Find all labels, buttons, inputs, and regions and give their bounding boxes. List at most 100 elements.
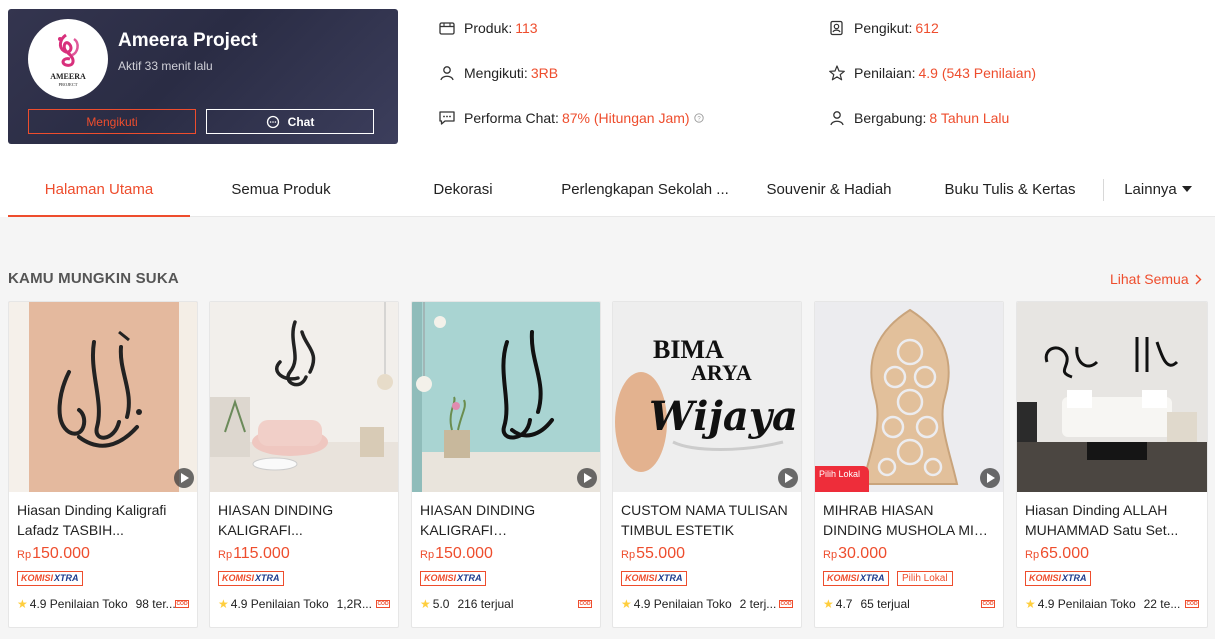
product-title: Hiasan Dinding Kaligrafi Lafadz TASBIH..…: [17, 502, 167, 538]
stat-value: 8 Tahun Lalu: [929, 110, 1010, 126]
tab-halaman-utama[interactable]: Halaman Utama: [8, 162, 190, 217]
star-icon: ★: [218, 597, 229, 611]
shop-avatar[interactable]: AMEERA PROJECT: [28, 19, 108, 99]
stat-bergabung: Bergabung: 8 Tahun Lalu: [828, 109, 1009, 127]
rating-text: 4.9 Penilaian Toko: [1037, 597, 1136, 611]
stat-label: Performa Chat:: [464, 110, 559, 126]
stat-value: 612: [915, 20, 939, 36]
chat-button[interactable]: Chat: [206, 109, 374, 134]
product-card[interactable]: Hiasan Dinding ALLAH MUHAMMAD Satu Set..…: [1016, 301, 1208, 628]
stat-penilaian: Penilaian: 4.9 (543 Penilaian): [828, 64, 1036, 82]
tab-semua-produk[interactable]: Semua Produk: [190, 162, 372, 216]
tab-lainnya-label: Lainnya: [1124, 180, 1177, 198]
komisi-xtra-badge: KOMISI XTRA: [17, 571, 83, 586]
logo-subtext: PROJECT: [58, 82, 77, 87]
video-play-icon: [577, 468, 597, 488]
product-title: CUSTOM NAMA TULISAN TIMBUL ESTETIK: [621, 502, 788, 538]
product-image[interactable]: [412, 302, 600, 492]
rating-text: 4.7: [835, 597, 853, 611]
follow-button[interactable]: Mengikuti: [28, 109, 196, 134]
product-card[interactable]: BIMA ARYA Wijaya CUSTOM NAMA TULISAN TIM…: [612, 301, 802, 628]
star-icon: ★: [1025, 597, 1036, 611]
stat-mengikuti: Mengikuti: 3RB: [438, 64, 558, 82]
price-value: 150.000: [435, 545, 493, 562]
product-meta: ★ 4.9 Penilaian Toko 1,2R...: [218, 597, 380, 611]
komisi-text: KOMISI: [222, 573, 255, 583]
star-icon: [829, 65, 845, 81]
tab-lainnya[interactable]: Lainnya: [1118, 162, 1198, 216]
video-play-icon: [778, 468, 798, 488]
product-card[interactable]: HIASAN DINDING KALIGRAFI... Rp115.000 KO…: [209, 301, 399, 628]
rating-text: 5.0: [432, 597, 450, 611]
product-title: HIASAN DINDING KALIGRAFI SUBHANALLA...: [420, 502, 536, 538]
shop-header: AMEERA PROJECT Ameera Project Aktif 33 m…: [0, 0, 1215, 217]
price-value: 55.000: [636, 545, 685, 562]
product-image[interactable]: [1017, 302, 1207, 492]
pilih-lokal-badge: Pilih Lokal: [897, 571, 953, 586]
product-meta: ★ 4.9 Penilaian Toko 2 terj...: [621, 597, 783, 611]
star-icon: ★: [823, 597, 834, 611]
product-image[interactable]: [210, 302, 398, 492]
product-title: HIASAN DINDING KALIGRAFI...: [218, 502, 334, 538]
shop-tabs: Halaman Utama Semua Produk Dekorasi Perl…: [8, 162, 1215, 217]
cod-badge: COD: [175, 600, 189, 608]
star-icon: ★: [420, 597, 431, 611]
stat-produk: Produk: 113: [438, 19, 538, 37]
product-price: Rp150.000: [17, 545, 90, 563]
product-image[interactable]: Pilih Lokal: [815, 302, 1003, 492]
product-meta: ★ 4.7 65 terjual: [823, 597, 985, 611]
user-icon: [440, 66, 454, 81]
product-card[interactable]: Pilih Lokal MIHRAB HIASAN DINDING MUSHOL…: [814, 301, 1004, 628]
product-card[interactable]: HIASAN DINDING KALIGRAFI SUBHANALLA... R…: [411, 301, 601, 628]
product-title: Hiasan Dinding ALLAH MUHAMMAD Satu Set..…: [1025, 502, 1179, 538]
sold-text: 98 ter...: [135, 597, 176, 611]
caret-down-icon: [1181, 186, 1192, 192]
shop-name: Ameera Project: [118, 30, 258, 51]
chevron-right-icon: [1195, 274, 1202, 284]
product-price: Rp150.000: [420, 545, 493, 563]
xtra-text: XTRA: [1062, 573, 1087, 583]
stat-pengikut: Pengikut: 612: [828, 19, 939, 37]
xtra-text: XTRA: [255, 573, 280, 583]
see-all-label: Lihat Semua: [1110, 271, 1189, 287]
image-text-arya: ARYA: [691, 360, 752, 385]
chat-bubble-icon: [439, 111, 455, 125]
komisi-text: KOMISI: [424, 573, 457, 583]
product-title: MIHRAB HIASAN DINDING MUSHOLA MINI ESTET…: [823, 502, 988, 538]
user-icon: [830, 111, 844, 126]
product-image[interactable]: [9, 302, 197, 492]
chat-button-label: Chat: [287, 114, 315, 129]
cod-badge: COD: [779, 600, 793, 608]
shop-active-status: Aktif 33 menit lalu: [118, 59, 213, 73]
help-icon[interactable]: ?: [693, 113, 704, 123]
rating-text: 4.9 Penilaian Toko: [633, 597, 732, 611]
tab-buku-tulis-kertas[interactable]: Buku Tulis & Kertas: [922, 162, 1098, 216]
tab-perlengkapan-sekolah[interactable]: Perlengkapan Sekolah ...: [554, 162, 736, 216]
pilih-lokal-corner-badge: Pilih Lokal: [815, 466, 869, 492]
currency-label: Rp: [1025, 549, 1040, 561]
currency-label: Rp: [218, 549, 233, 561]
price-value: 150.000: [32, 545, 90, 562]
followers-icon: [830, 20, 843, 36]
sold-text: 22 te...: [1143, 597, 1181, 611]
sold-text: 65 terjual: [860, 597, 910, 611]
section-title: KAMU MUNGKIN SUKA: [8, 270, 179, 287]
currency-label: Rp: [17, 549, 32, 561]
product-price: Rp55.000: [621, 545, 685, 563]
product-meta: ★ 5.0 216 terjual: [420, 597, 582, 611]
stat-value: 3RB: [530, 65, 559, 81]
product-meta: ★ 4.9 Penilaian Toko 22 te...: [1025, 597, 1187, 611]
star-icon: ★: [621, 597, 632, 611]
see-all-link[interactable]: Lihat Semua: [1110, 271, 1202, 287]
komisi-text: KOMISI: [625, 573, 658, 583]
product-card[interactable]: Hiasan Dinding Kaligrafi Lafadz TASBIH..…: [8, 301, 198, 628]
komisi-xtra-badge: KOMISI XTRA: [621, 571, 687, 586]
stat-label: Produk:: [464, 20, 513, 36]
stat-label: Mengikuti:: [464, 65, 528, 81]
product-image[interactable]: BIMA ARYA Wijaya: [613, 302, 801, 492]
tab-souvenir-hadiah[interactable]: Souvenir & Hadiah: [736, 162, 922, 216]
xtra-text: XTRA: [457, 573, 482, 583]
product-price: Rp30.000: [823, 545, 887, 563]
tab-dekorasi[interactable]: Dekorasi: [372, 162, 554, 216]
stat-label: Pengikut:: [854, 20, 913, 36]
